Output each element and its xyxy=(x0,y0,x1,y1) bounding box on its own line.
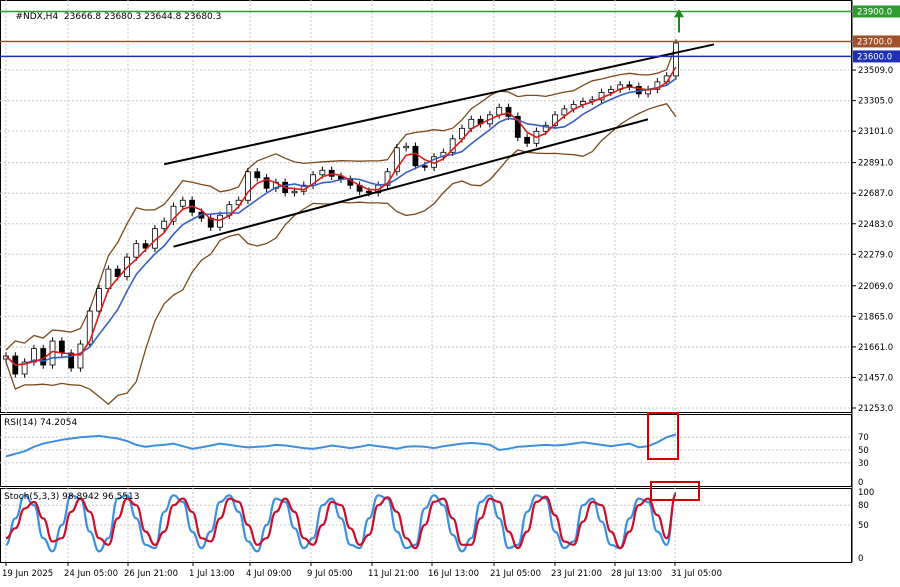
candle-body xyxy=(561,108,568,116)
candle-body xyxy=(254,171,261,179)
price-y-tick-label: 21253.0 xyxy=(858,404,893,414)
rsi-y-tick-label: 70 xyxy=(858,433,869,443)
price-y-tick-label: 22483.0 xyxy=(858,220,893,230)
candle-body xyxy=(133,243,140,258)
rsi-y-tick-label: 50 xyxy=(858,446,869,456)
stoch-y-tick-label: 0 xyxy=(858,554,863,564)
candle-body xyxy=(403,145,410,149)
stoch-y-tick-label: 100 xyxy=(858,488,874,498)
rsi-label: RSI(14) 74.2054 xyxy=(4,418,78,428)
symbol-header: #NDX,H4 23666.8 23680.3 23644.8 23680.3 xyxy=(4,2,221,32)
stoch-label: Stoch(5,3,3) 98.8942 96.5513 xyxy=(4,492,140,502)
x-tick-label: 16 Jul 13:00 xyxy=(428,569,479,579)
candle-body xyxy=(179,199,186,207)
rsi-y-tick-label: 0 xyxy=(858,478,863,488)
price-level-tag-label: 23600.0 xyxy=(857,52,892,62)
price-y-tick-label: 22687.0 xyxy=(858,189,893,199)
price-y-tick-label: 23509.0 xyxy=(858,66,893,76)
x-tick-label: 11 Jul 21:00 xyxy=(368,569,419,579)
header-symbol: #NDX,H4 xyxy=(15,12,59,22)
x-tick-label: 23 Jul 21:00 xyxy=(551,569,602,579)
rsi-y-tick-label: 30 xyxy=(858,459,869,469)
x-tick-label: 4 Jul 09:00 xyxy=(246,569,292,579)
price-y-tick-label: 21865.0 xyxy=(858,312,893,322)
price-level-tag-label: 23900.0 xyxy=(857,7,892,17)
x-tick-label: 19 Jun 2025 xyxy=(2,569,53,579)
price-y-tick-label: 21457.0 xyxy=(858,373,893,383)
candle-body xyxy=(291,190,298,194)
x-tick-label: 1 Jul 13:00 xyxy=(189,569,235,579)
candle-body xyxy=(58,340,65,354)
price-pane xyxy=(0,0,852,413)
header-ohlc: 23666.8 23680.3 23644.8 23680.3 xyxy=(63,12,222,22)
candle-body xyxy=(412,145,419,167)
candle-body xyxy=(319,169,326,176)
candle-body xyxy=(496,106,503,116)
x-tick-label: 9 Jul 05:00 xyxy=(307,569,353,579)
chart-window: 23509.0 23305.0 23101.0 22891.0 22687.0 22483… xyxy=(0,0,900,583)
candle-body xyxy=(607,88,614,93)
price-y-tick-label: 23101.0 xyxy=(858,127,893,137)
x-tick-label: 28 Jul 13:00 xyxy=(611,569,662,579)
price-y-tick-label: 22891.0 xyxy=(858,159,893,169)
price-y-tick-label: 22279.0 xyxy=(858,250,893,260)
price-y-tick-label: 22069.0 xyxy=(858,282,893,292)
stoch-y-tick-label: 80 xyxy=(858,501,869,511)
candle-body xyxy=(105,268,112,290)
price-y-tick-label: 21661.0 xyxy=(858,343,893,353)
candle-body xyxy=(217,214,223,228)
candle-body xyxy=(366,190,372,194)
price-y-tick-label: 23305.0 xyxy=(858,97,893,107)
candle-body xyxy=(421,165,428,168)
x-tick-label: 24 Jun 05:00 xyxy=(64,569,118,579)
price-level-tag-label: 23700.0 xyxy=(857,37,892,47)
candle-body xyxy=(524,136,531,144)
candle-body xyxy=(77,343,84,369)
x-tick-label: 31 Jul 05:00 xyxy=(671,569,722,579)
candle-body xyxy=(96,288,102,312)
x-tick-label: 21 Jul 05:00 xyxy=(490,569,541,579)
x-tick-label: 26 Jun 21:00 xyxy=(124,569,178,579)
stoch-y-tick-label: 50 xyxy=(858,521,869,531)
candle-body xyxy=(161,220,168,230)
